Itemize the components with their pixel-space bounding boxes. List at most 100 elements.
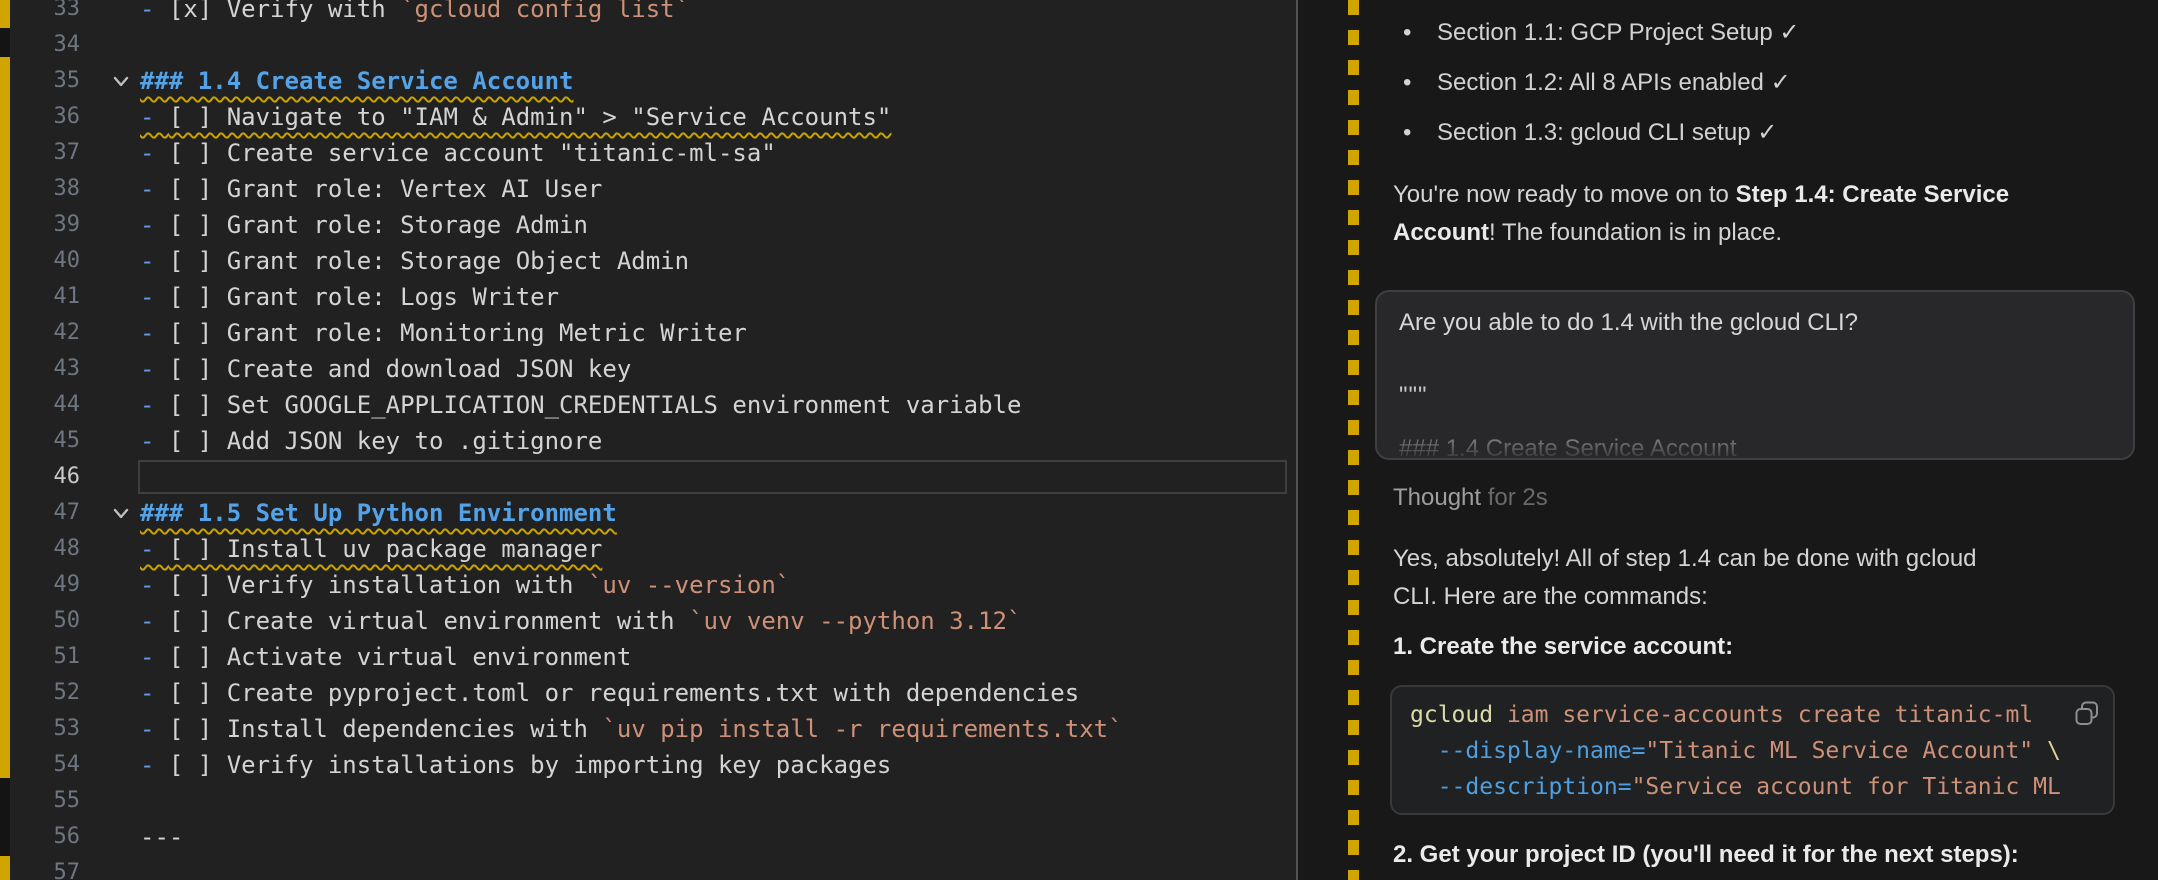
user-message-faded-line: ### 1.4 Create Service Account — [1399, 434, 2111, 458]
bullet-icon: • — [1403, 119, 1412, 146]
editor-line-text: - [ ] Grant role: Logs Writer — [140, 283, 560, 311]
step-heading: 1. Create the service account: — [1393, 633, 1734, 660]
assistant-paragraph: Yes, absolutely! All of step 1.4 can be … — [1393, 545, 1977, 610]
fold-chevron-icon[interactable] — [110, 70, 132, 92]
thought-summary[interactable]: Thought for 2s — [1393, 484, 2156, 512]
editor-line-text: - [ ] Verify installations by importing … — [140, 751, 892, 779]
editor-line[interactable]: 36 - [ ] Navigate to "IAM & Admin" > "Ser… — [10, 99, 1297, 135]
editor-line[interactable]: 47 ### 1.5 Set Up Python Environment — [10, 495, 1297, 531]
left-dashed-border — [0, 856, 10, 880]
line-number: 51 — [53, 644, 81, 669]
step-heading: 2. Get your project ID (you'll need it f… — [1393, 841, 2019, 868]
editor-line-text: - [ ] Install uv package manager — [140, 535, 603, 563]
editor-line[interactable]: 49 - [ ] Verify installation with `uv --v… — [10, 567, 1297, 603]
editor-line-text: - [ ] Create and download JSON key — [140, 355, 632, 383]
editor-line[interactable]: 44 - [ ] Set GOOGLE_APPLICATION_CREDENTIA… — [10, 387, 1297, 423]
editor-line[interactable]: 53 - [ ] Install dependencies with `uv pi… — [10, 711, 1297, 747]
editor-line[interactable]: 51 - [ ] Activate virtual environment — [10, 639, 1297, 675]
user-message[interactable]: Are you able to do 1.4 with the gcloud C… — [1375, 290, 2135, 460]
line-number: 56 — [53, 824, 81, 849]
line-number: 45 — [53, 428, 81, 453]
code-line: --display-name="Titanic ML Service Accou… — [1437, 738, 2061, 764]
copy-button[interactable] — [2071, 699, 2103, 731]
line-number: 57 — [53, 860, 81, 880]
editor-line[interactable]: 42 - [ ] Grant role: Monitoring Metric Wr… — [10, 315, 1297, 351]
editor-line[interactable]: 41 - [ ] Grant role: Logs Writer — [10, 279, 1297, 315]
line-number: 36 — [53, 104, 81, 129]
editor-pane: 33 - [x] Verify with `gcloud config list`… — [10, 0, 1297, 880]
editor-line[interactable]: 56 --- — [10, 819, 1297, 855]
chat-thread: • Section 1.1: GCP Project Setup ✓ • Sectio… — [1375, 0, 2156, 874]
editor-line-text: - [ ] Grant role: Vertex AI User — [140, 175, 603, 203]
line-number: 35 — [53, 68, 81, 93]
editor-line[interactable]: 37 - [ ] Create service account "titanic-… — [10, 135, 1297, 171]
line-number: 52 — [53, 680, 81, 705]
line-number: 46 — [53, 464, 81, 489]
line-number: 49 — [53, 572, 81, 597]
editor-line-text: - [ ] Create virtual environment with `u… — [140, 607, 1022, 635]
editor-line-text: - [ ] Navigate to "IAM & Admin" > "Servi… — [140, 103, 892, 131]
editor-line[interactable]: 39 - [ ] Grant role: Storage Admin — [10, 207, 1297, 243]
line-number: 50 — [53, 608, 81, 633]
editor-line-text: - [x] Verify with `gcloud config list` — [140, 0, 690, 23]
user-message-quotes: """ — [1399, 382, 1428, 409]
editor-line[interactable]: 43 - [ ] Create and download JSON key — [10, 351, 1297, 387]
editor-line[interactable]: 48 - [ ] Install uv package manager — [10, 531, 1297, 567]
line-number: 43 — [53, 356, 81, 381]
editor-line[interactable]: 54 - [ ] Verify installations by importin… — [10, 747, 1297, 783]
checklist-item: • Section 1.3: gcloud CLI setup ✓ — [1393, 108, 2156, 158]
fold-chevron-icon[interactable] — [110, 502, 132, 524]
editor-line[interactable]: 40 - [ ] Grant role: Storage Object Admin — [10, 243, 1297, 279]
editor-line[interactable]: 45 - [ ] Add JSON key to .gitignore — [10, 423, 1297, 459]
code-block: gcloud iam service-accounts create titan… — [1390, 685, 2115, 815]
checklist-item: • Section 1.1: GCP Project Setup ✓ — [1393, 8, 2156, 58]
line-number: 54 — [53, 752, 81, 777]
left-dashed-border — [0, 57, 10, 778]
line-number: 42 — [53, 320, 81, 345]
bullet-icon: • — [1403, 69, 1412, 96]
editor-line-text: - [ ] Verify installation with `uv --ver… — [140, 571, 791, 599]
line-number: 41 — [53, 284, 81, 309]
line-number: 34 — [53, 32, 81, 57]
current-line-highlight — [138, 460, 1287, 494]
line-number: 55 — [53, 788, 81, 813]
editor-line-text: ### 1.5 Set Up Python Environment — [140, 499, 617, 527]
thought-duration: for 2s — [1481, 484, 1548, 511]
editor-line[interactable]: 50 - [ ] Create virtual environment with … — [10, 603, 1297, 639]
editor-line[interactable]: 52 - [ ] Create pyproject.toml or require… — [10, 675, 1297, 711]
line-number: 37 — [53, 140, 81, 165]
editor-line-text: - [ ] Create pyproject.toml or requireme… — [140, 679, 1080, 707]
copy-icon — [2075, 701, 2098, 725]
editor-line-text: - [ ] Grant role: Storage Admin — [140, 211, 588, 239]
editor-line[interactable]: 35 ### 1.4 Create Service Account — [10, 63, 1297, 99]
line-number: 40 — [53, 248, 81, 273]
editor-line-text: ### 1.4 Create Service Account — [140, 67, 574, 95]
checklist-item: • Section 1.2: All 8 APIs enabled ✓ — [1393, 58, 2156, 108]
line-number: 48 — [53, 536, 81, 561]
line-number: 53 — [53, 716, 81, 741]
assistant-paragraph: You're now ready to move on to Step 1.4:… — [1393, 181, 2010, 246]
code-line: --description="Service account for Titan… — [1437, 774, 2061, 800]
editor-line[interactable]: 33 - [x] Verify with `gcloud config list` — [10, 0, 1297, 27]
editor-line-text: - [ ] Grant role: Storage Object Admin — [140, 247, 690, 275]
line-number: 44 — [53, 392, 81, 417]
editor-line[interactable]: 38 - [ ] Grant role: Vertex AI User — [10, 171, 1297, 207]
editor-line[interactable]: 55 — [10, 783, 1297, 819]
editor-line-text: - [ ] Activate virtual environment — [140, 643, 632, 671]
line-number: 33 — [53, 0, 81, 21]
left-dashed-border — [0, 0, 10, 28]
editor-line[interactable]: 57 — [10, 855, 1297, 880]
line-number: 39 — [53, 212, 81, 237]
line-number: 47 — [53, 500, 81, 525]
thought-label: Thought — [1393, 484, 1482, 511]
editor-line[interactable]: 46 — [10, 459, 1297, 495]
editor-line[interactable]: 34 — [10, 27, 1297, 63]
editor-line-text: - [ ] Add JSON key to .gitignore — [140, 427, 603, 455]
editor-line-text: - [ ] Create service account "titanic-ml… — [140, 139, 776, 167]
editor-line-text: - [ ] Grant role: Monitoring Metric Writ… — [140, 319, 747, 347]
code-line: gcloud iam service-accounts create titan… — [1410, 702, 2034, 728]
editor-line-text: - [ ] Set GOOGLE_APPLICATION_CREDENTIALS… — [140, 391, 1022, 419]
user-message-text: Are you able to do 1.4 with the gcloud C… — [1399, 309, 1858, 336]
vscode-window: 33 - [x] Verify with `gcloud config list`… — [0, 0, 2158, 880]
checklist-summary: • Section 1.1: GCP Project Setup ✓ • Sectio… — [1393, 0, 2156, 158]
